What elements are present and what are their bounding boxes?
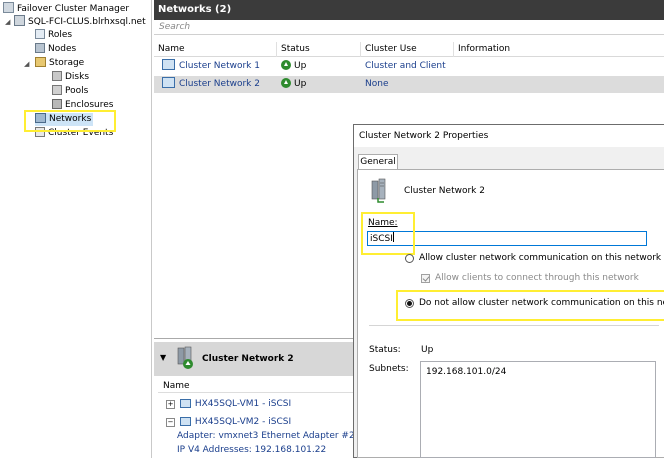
subnets-label: Subnets:	[369, 364, 409, 374]
navigation-tree: Failover Cluster Manager ◢ SQL-FCI-CLUS.…	[0, 0, 152, 458]
separator	[369, 325, 659, 326]
cluster-icon	[14, 15, 25, 26]
column-header-information[interactable]: Information	[454, 42, 664, 57]
tree-item-nodes[interactable]: Nodes	[35, 43, 76, 56]
tab-general[interactable]: General	[358, 154, 398, 169]
column-header-cluster-use[interactable]: Cluster Use	[361, 42, 454, 57]
row-cluster-use: None	[365, 79, 389, 89]
collapse-icon[interactable]: −	[166, 418, 175, 427]
column-header-row: Name Status Cluster Use Information	[154, 42, 664, 57]
row-status: Up	[281, 76, 306, 93]
enclosure-icon	[52, 99, 62, 109]
column-header-name[interactable]: Name	[154, 42, 277, 57]
tree-item-roles[interactable]: Roles	[35, 29, 72, 42]
pool-icon	[52, 85, 62, 95]
search-input[interactable]: Search	[154, 20, 664, 35]
table-row[interactable]: Cluster Network 2 Up None	[154, 76, 664, 93]
collapse-arrow-icon[interactable]: ◢	[24, 60, 29, 68]
row-name: Cluster Network 2	[162, 76, 260, 93]
nodes-icon	[35, 43, 45, 53]
network-server-icon	[176, 346, 196, 370]
dialog-tab-bar	[354, 147, 664, 169]
tree-root-failover-cluster-manager[interactable]: Failover Cluster Manager	[3, 2, 129, 15]
tree-item-disks[interactable]: Disks	[52, 71, 89, 84]
row-cluster-use: Cluster and Client	[365, 61, 446, 71]
status-up-icon	[281, 78, 291, 88]
dialog-title: Cluster Network 2 Properties	[354, 125, 664, 147]
row-name: Cluster Network 1	[162, 58, 260, 75]
status-value: Up	[421, 345, 434, 355]
checkbox-allow-clients-label: Allow clients to connect through this ne…	[435, 273, 639, 283]
network-adapter-icon	[179, 417, 191, 426]
highlight-name-field	[361, 212, 415, 255]
network-adapter-icon	[179, 399, 191, 408]
network-icon	[162, 77, 175, 88]
subnet-item: 192.168.101.0/24	[426, 367, 507, 377]
row-status: Up	[281, 58, 306, 75]
highlight-networks	[24, 110, 116, 132]
subnets-list[interactable]: 192.168.101.0/24	[420, 361, 656, 458]
tree-item-cluster[interactable]: SQL-FCI-CLUS.blrhxsql.net	[14, 15, 146, 28]
detail-pane-header: ▼ Cluster Network 2	[154, 342, 354, 376]
highlight-deny-option	[396, 290, 664, 321]
column-header-status[interactable]: Status	[277, 42, 361, 57]
networks-header: Networks (2)	[154, 0, 664, 20]
network-icon	[162, 59, 175, 70]
checkbox-allow-clients[interactable]	[421, 274, 430, 283]
radio-allow-communication[interactable]	[405, 254, 414, 263]
collapse-arrow-icon[interactable]: ◢	[5, 18, 10, 26]
status-label: Status:	[369, 345, 401, 355]
radio-allow-label: Allow cluster network communication on t…	[419, 253, 662, 263]
table-row[interactable]: Cluster Network 1 Up Cluster and Client	[154, 58, 664, 75]
disk-icon	[52, 71, 62, 81]
ipv4-info: IP V4 Addresses: 192.168.101.22	[177, 445, 327, 455]
adapter-info: Adapter: vmxnet3 Ethernet Adapter #2	[177, 431, 355, 441]
dialog-network-name: Cluster Network 2	[404, 186, 485, 196]
list-item[interactable]: + HX45SQL-VM1 - iSCSI	[166, 398, 291, 410]
collapse-chevron-icon[interactable]: ▼	[160, 353, 166, 362]
tree-item-storage[interactable]: Storage	[35, 57, 84, 70]
roles-icon	[35, 29, 45, 39]
expand-icon[interactable]: +	[166, 400, 175, 409]
network-server-icon	[370, 178, 390, 207]
cluster-manager-icon	[3, 2, 14, 13]
status-up-icon	[281, 60, 291, 70]
detail-pane-title: Cluster Network 2	[202, 354, 294, 364]
detail-column-header-name[interactable]: Name	[158, 380, 354, 393]
list-item[interactable]: − HX45SQL-VM2 - iSCSI	[166, 416, 291, 428]
storage-icon	[35, 57, 46, 67]
tree-item-pools[interactable]: Pools	[52, 85, 88, 98]
